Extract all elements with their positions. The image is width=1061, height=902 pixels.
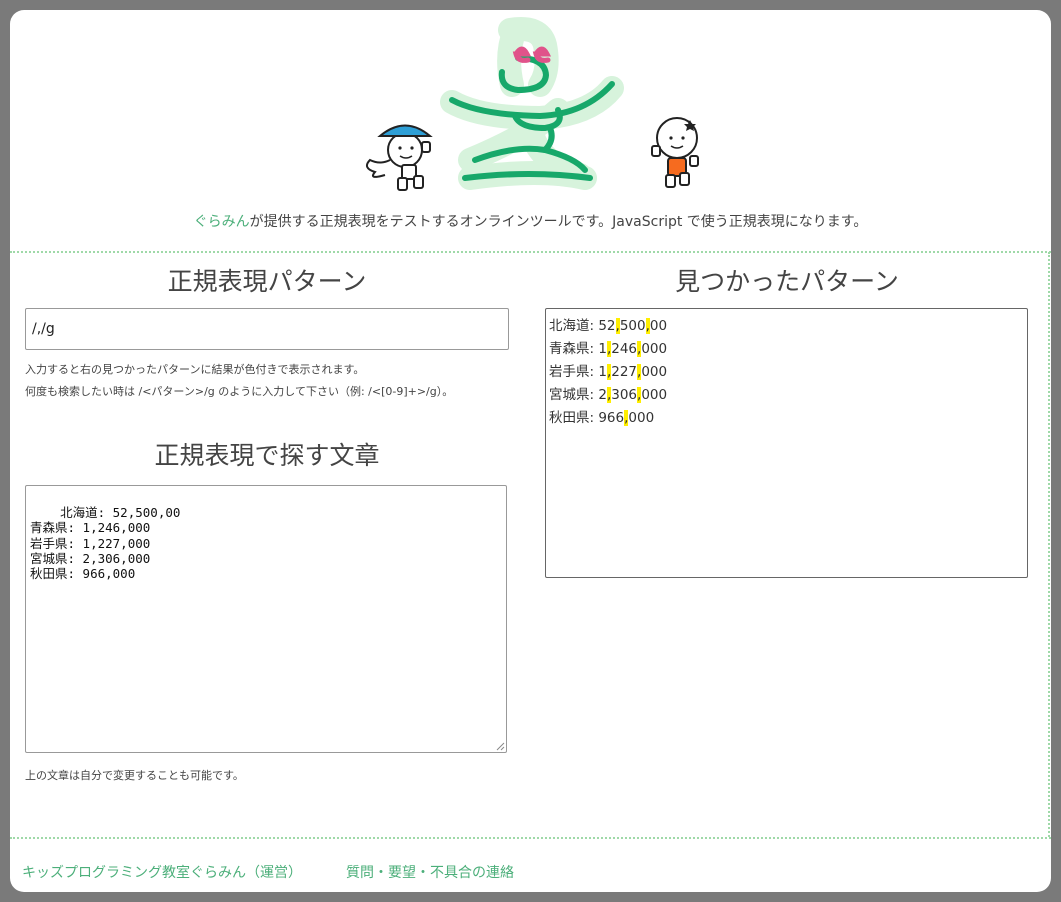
result-text: 北海道: 52 (549, 318, 616, 334)
result-line: 宮城県: 2,306,000 (549, 384, 1024, 407)
regex-pattern-input[interactable]: /,/g (25, 308, 509, 350)
result-text: 青森県: 1 (549, 341, 607, 357)
result-text: 00 (649, 318, 668, 334)
brand-link[interactable]: ぐらみん (194, 214, 250, 230)
header: ぐらみんが提供する正規表現をテストするオンラインツールです。JavaScript… (10, 10, 1051, 250)
right-separator (1048, 252, 1050, 837)
result-text: 000 (641, 387, 668, 403)
result-text: 000 (641, 364, 668, 380)
found-pattern-output: 北海道: 52,500,00 青森県: 1,246,000 岩手県: 1,227… (545, 308, 1028, 578)
tagline-text: が提供する正規表現をテストするオンラインツールです。JavaScript で使う… (249, 214, 868, 230)
pattern-heading: 正規表現パターン (167, 267, 367, 296)
regex-pattern-value: /,/g (32, 321, 55, 337)
tagline: ぐらみんが提供する正規表現をテストするオンラインツールです。JavaScript… (10, 211, 1051, 231)
result-line: 秋田県: 966,000 (549, 407, 1024, 430)
pattern-hint: 入力すると右の見つかったパターンに結果が色付きで表示されます。 (25, 363, 365, 376)
site-logo[interactable] (340, 10, 720, 195)
search-text-hint: 上の文章は自分で変更することも可能です。 (25, 769, 244, 782)
search-text-area[interactable]: 北海道: 52,500,00 青森県: 1,246,000 岩手県: 1,227… (25, 485, 507, 753)
result-text: 000 (641, 341, 668, 357)
result-text: 500 (619, 318, 646, 334)
result-text: 000 (628, 410, 655, 426)
result-text: 宮城県: 2 (549, 387, 607, 403)
result-line: 岩手県: 1,227,000 (549, 361, 1024, 384)
search-text-heading: 正規表現で探す文章 (154, 441, 380, 470)
pattern-hint-example: 何度も検索したい時は /<パターン>/g のように入力して下さい（例: /<[0… (25, 385, 454, 398)
result-text: 227 (611, 364, 638, 380)
result-line: 青森県: 1,246,000 (549, 338, 1024, 361)
footer-link-contact[interactable]: 質問・要望・不具合の連絡 (346, 862, 514, 882)
found-heading: 見つかったパターン (675, 267, 899, 296)
footer-link-school[interactable]: キッズプログラミング教室ぐらみん（運営） (22, 862, 302, 882)
result-text: 246 (611, 341, 638, 357)
resize-grip-icon[interactable] (495, 741, 505, 751)
search-text-value: 北海道: 52,500,00 青森県: 1,246,000 岩手県: 1,227… (30, 505, 181, 582)
result-text: 岩手県: 1 (549, 364, 607, 380)
result-text: 秋田県: 966 (549, 410, 625, 426)
page-frame: ぐらみんが提供する正規表現をテストするオンラインツールです。JavaScript… (10, 10, 1051, 892)
result-text: 306 (611, 387, 638, 403)
bottom-separator (10, 837, 1051, 839)
top-separator (10, 251, 1051, 253)
result-line: 北海道: 52,500,00 (549, 315, 1024, 338)
